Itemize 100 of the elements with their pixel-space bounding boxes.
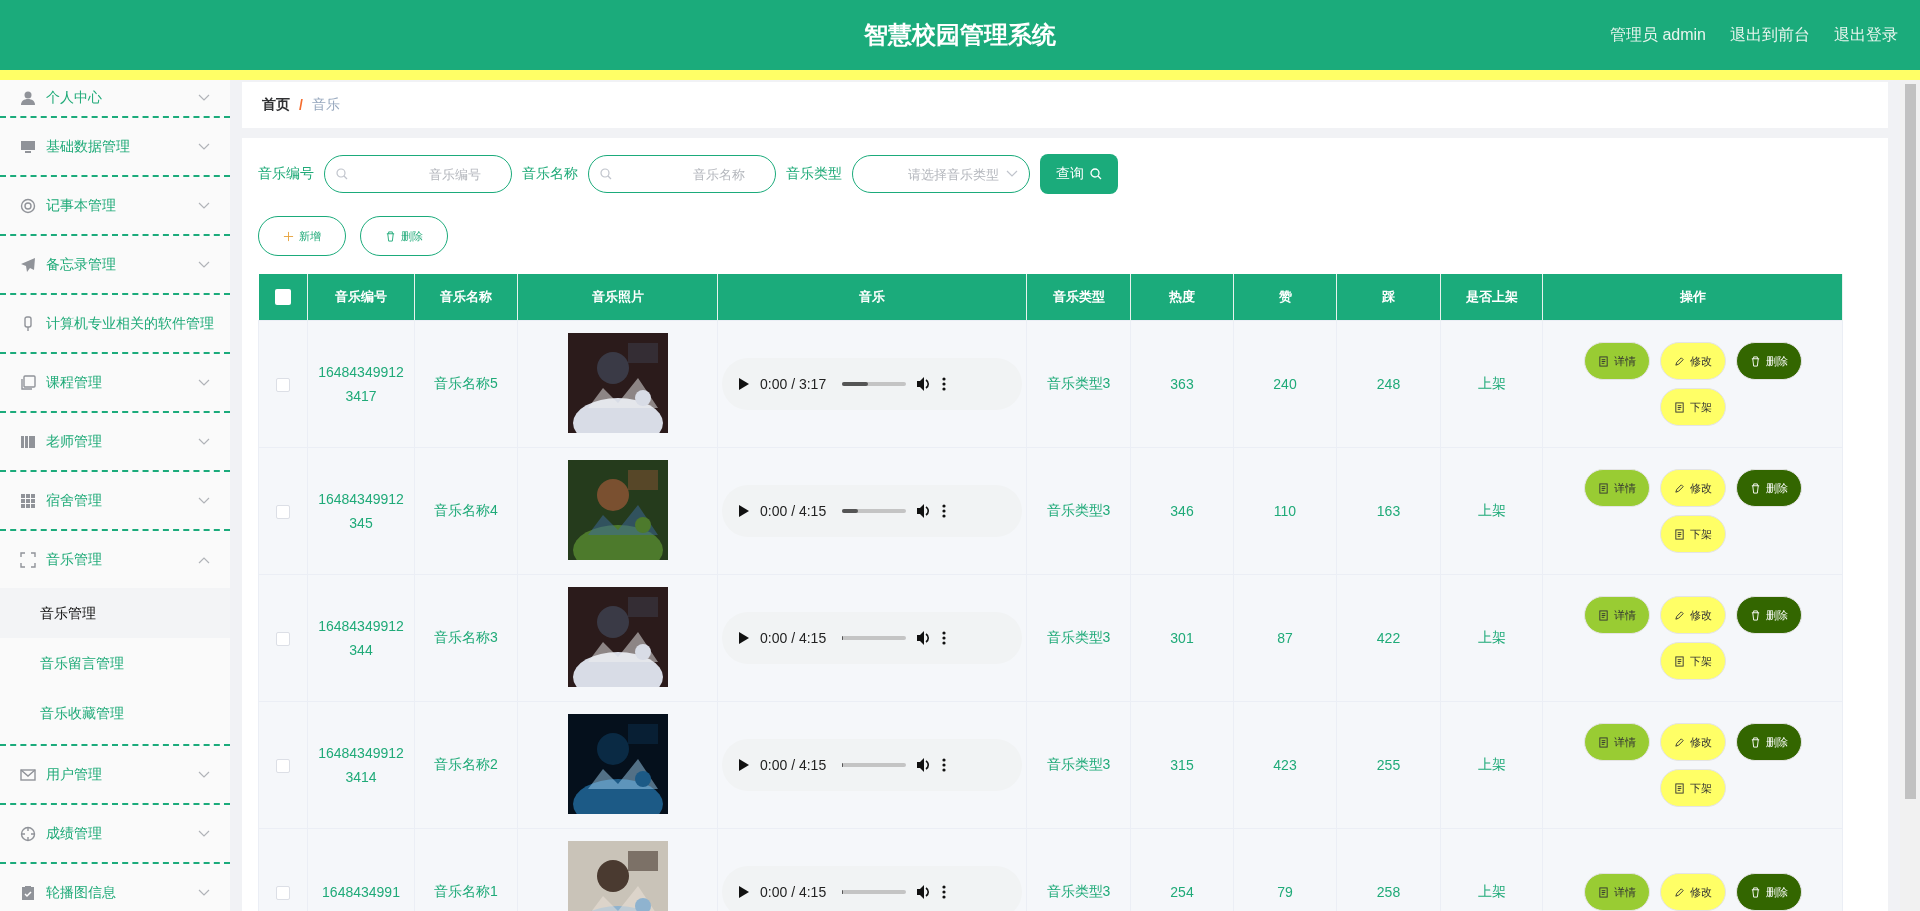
edit-button[interactable]: 修改 [1659, 596, 1726, 634]
play-icon[interactable] [738, 377, 750, 391]
edit-button[interactable]: 修改 [1659, 723, 1726, 761]
detail-button[interactable]: 详情 [1583, 723, 1650, 761]
document-icon [1597, 736, 1609, 748]
document-icon [1597, 482, 1609, 494]
breadcrumb-item: 音乐 [311, 96, 340, 114]
audio-player[interactable]: 0:00 / 4:15 [722, 612, 1022, 664]
more-icon[interactable] [942, 758, 947, 772]
audio-player[interactable]: 0:00 / 4:15 [722, 485, 1022, 537]
table-cell: 255 [1376, 757, 1401, 773]
detail-button[interactable]: 详情 [1583, 469, 1650, 507]
checkbox[interactable] [276, 378, 290, 393]
table-cell: 音乐名称2 [434, 756, 498, 772]
table-cell-text: 164843499123417 [318, 363, 404, 406]
edit-button[interactable]: 修改 [1659, 342, 1726, 380]
more-icon[interactable] [942, 504, 947, 518]
time-text: 0:00 / 4:15 [760, 630, 827, 646]
delete-button[interactable]: 删除 [1735, 342, 1802, 380]
trash-icon [385, 230, 396, 242]
grid-icon [20, 492, 36, 509]
table-cell: 音乐名称4 [434, 502, 498, 518]
document-icon [1673, 528, 1685, 540]
off-button[interactable]: 下架 [1659, 388, 1726, 426]
checkbox[interactable] [276, 505, 290, 520]
checkbox[interactable] [276, 886, 290, 901]
scrollbar[interactable] [1904, 84, 1916, 799]
envelope-icon [20, 766, 36, 783]
table-cell: 363 [1170, 376, 1194, 392]
pencil-icon [1673, 736, 1685, 748]
document-icon [1597, 355, 1609, 367]
search-field[interactable]: 音乐名称 [588, 155, 776, 193]
more-icon[interactable] [942, 631, 947, 645]
column-header: 是否上架 [1440, 274, 1543, 321]
table-cell: 315 [1170, 757, 1194, 773]
checkbox[interactable] [274, 289, 291, 306]
books-icon [20, 433, 36, 450]
table-cell: 301 [1170, 630, 1194, 646]
delete-button[interactable]: 删除 [1735, 596, 1802, 634]
table-cell: 上架 [1477, 629, 1506, 645]
table-cell: 79 [1277, 884, 1293, 900]
table-cell: 240 [1273, 376, 1297, 392]
time-text: 0:00 / 3:17 [760, 376, 827, 392]
copy-icon [20, 374, 36, 391]
table-cell: 258 [1376, 884, 1401, 900]
table-cell-text: 164843499123414 [318, 744, 404, 787]
off-button[interactable]: 下架 [1659, 515, 1726, 553]
edit-button[interactable]: 修改 [1659, 873, 1726, 911]
play-icon[interactable] [738, 758, 750, 772]
scan-icon [20, 551, 36, 568]
select-field[interactable]: 请选择音乐类型 [852, 155, 1030, 193]
progress-bar[interactable] [842, 509, 907, 513]
play-icon[interactable] [738, 885, 750, 899]
detail-button[interactable]: 详情 [1583, 342, 1650, 380]
trash-icon [1749, 482, 1761, 494]
table-cell: 110 [1273, 503, 1297, 519]
column-header: 踩 [1336, 274, 1441, 321]
detail-button[interactable]: 详情 [1583, 596, 1650, 634]
progress-bar[interactable] [842, 382, 907, 386]
off-button[interactable]: 下架 [1659, 769, 1726, 807]
table-cell: 音乐名称3 [434, 629, 498, 645]
audio-player[interactable]: 0:00 / 3:17 [722, 358, 1022, 410]
table-cell: 163 [1376, 503, 1401, 519]
document-icon [1597, 886, 1609, 898]
delete-button[interactable]: 删除 [1735, 723, 1802, 761]
more-icon[interactable] [942, 885, 947, 899]
off-button[interactable]: 下架 [1659, 642, 1726, 680]
play-icon[interactable] [738, 504, 750, 518]
play-icon[interactable] [738, 631, 750, 645]
field-label: 音乐编号 [258, 165, 314, 183]
audio-player[interactable]: 0:00 / 4:15 [722, 866, 1022, 911]
search-field[interactable]: 音乐编号 [324, 155, 512, 193]
time-text: 0:00 / 4:15 [760, 757, 827, 773]
pencil-icon [1673, 609, 1685, 621]
more-icon[interactable] [942, 377, 947, 391]
person-icon [20, 90, 36, 106]
checkbox[interactable] [276, 759, 290, 774]
submenu-item[interactable]: 音乐管理 [0, 588, 230, 638]
breadcrumb-item[interactable]: 首页 [262, 96, 290, 114]
pencil-icon [1673, 886, 1685, 898]
column-header: 音乐名称 [414, 274, 518, 321]
column-header: 音乐照片 [517, 274, 718, 321]
search-icon [1090, 168, 1102, 180]
delete-button[interactable]: 删除 [1735, 873, 1802, 911]
column-header: 操作 [1542, 274, 1843, 321]
document-icon [1673, 401, 1685, 413]
pencil-icon [1673, 482, 1685, 494]
detail-button[interactable]: 详情 [1583, 873, 1650, 911]
table-cell-text: 1648434991 [321, 883, 401, 902]
table-cell: 上架 [1477, 756, 1506, 772]
audio-player[interactable]: 0:00 / 4:15 [722, 739, 1022, 791]
table-cell: 254 [1170, 884, 1194, 900]
plus-icon [283, 230, 294, 242]
table-cell: 248 [1376, 376, 1401, 392]
column-header: 音乐 [717, 274, 1027, 321]
checkbox[interactable] [276, 632, 290, 647]
trash-icon [1749, 609, 1761, 621]
delete-button[interactable]: 删除 [1735, 469, 1802, 507]
column-header: 音乐类型 [1026, 274, 1131, 321]
edit-button[interactable]: 修改 [1659, 469, 1726, 507]
